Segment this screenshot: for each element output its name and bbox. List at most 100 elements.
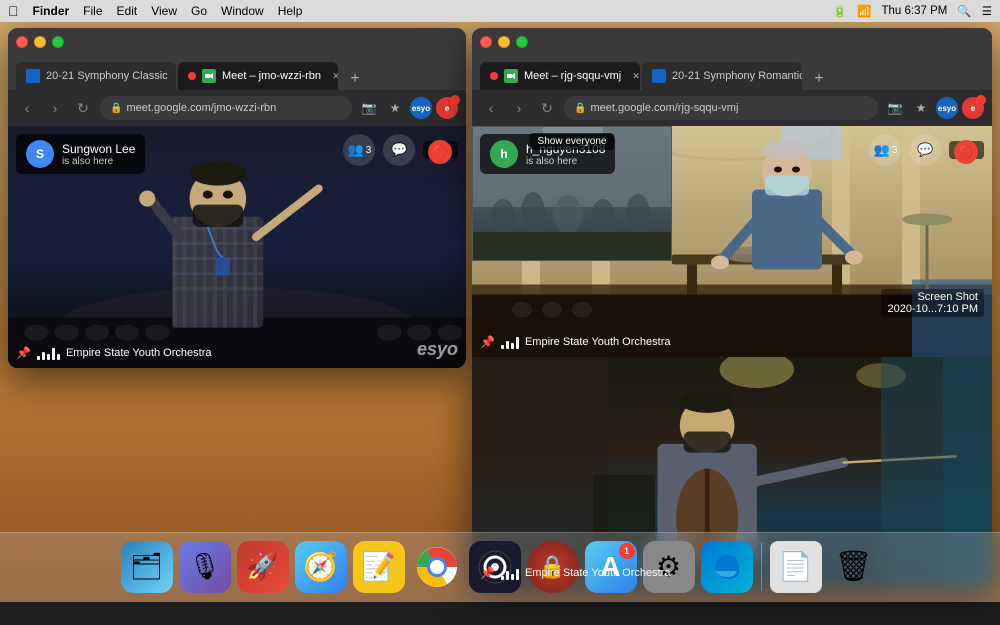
participant-badge-left: S Sungwon Lee is also here [16,134,145,174]
battery-icon: 🔋 [833,4,847,18]
participant-status-left: is also here [62,156,135,167]
tab-favicon-meet-right [504,69,518,83]
dock-item-trash[interactable]: 🗑 [828,541,880,593]
chat-button-left[interactable]: 💬 [383,134,415,166]
desktop: 20-21 Symphony Classic ✕ Meet – jmo-wzzi… [0,22,1000,602]
org-badge-left: 📌 Empire State Youth Orchestra [16,346,211,360]
notification-dot-left [450,95,460,105]
recording-indicator-right [490,72,498,80]
tab-label-classic: 20-21 Symphony Classic [46,70,168,82]
maximize-button-right[interactable] [516,36,528,48]
audio-bars-left [37,346,60,360]
menu-view[interactable]: View [151,4,177,18]
esyo-badge-right: esyo [936,97,958,119]
bookmark-icon-left[interactable]: ★ [384,97,406,119]
tab-bar-left: 20-21 Symphony Classic ✕ Meet – jmo-wzzi… [8,56,466,90]
menu-edit[interactable]: Edit [117,4,138,18]
org-name-bottom: Empire State Youth Orchestra [525,567,671,579]
tab-favicon-meet-left [202,69,216,83]
back-button-right[interactable]: ‹ [480,97,502,119]
dock-item-safari[interactable]: 🧭 [295,541,347,593]
lock-icon-left: 🔒 [110,103,122,114]
nav-bar-left: ‹ › ↻ 🔒 meet.google.com/jmo-wzzi-rbn 📷 ★… [8,90,466,126]
forward-button-right[interactable]: › [508,97,530,119]
tab-label-romantic: 20-21 Symphony Romantic [672,70,802,82]
close-button-left[interactable] [16,36,28,48]
title-bar-right [472,28,992,56]
pin-icon-bottom: 📌 [480,566,495,580]
forward-button-left[interactable]: › [44,97,66,119]
audio-bars-right [501,335,519,349]
bookmark-icon-right[interactable]: ★ [910,97,932,119]
tab-bar-right: Meet – rjg-sqqu-vmj ✕ 20-21 Symphony Rom… [472,56,992,90]
participant-name-left: Sungwon Lee [62,142,135,156]
url-left: meet.google.com/jmo-wzzi-rbn [126,102,276,114]
chat-button-right[interactable]: 💬 [909,134,941,166]
appstore-badge: 1 [619,543,635,559]
dock-item-edge[interactable] [701,541,753,593]
menu-window[interactable]: Window [221,4,264,18]
nav-bar-right: ‹ › ↻ 🔒 meet.google.com/rjg-sqqu-vmj 📷 ★… [472,90,992,126]
control-center-icon[interactable]: ☰ [982,4,992,18]
meet-header-left: S Sungwon Lee is also here 👥 3 💬 You [16,134,458,174]
recording-indicator-left [188,72,196,80]
esyo-badge-left: esyo [410,97,432,119]
org-name-right: Empire State Youth Orchestra [525,336,671,348]
app-menu-finder[interactable]: Finder [33,4,70,18]
show-everyone-button[interactable]: Show everyone [530,133,615,150]
refresh-button-right[interactable]: ↻ [536,97,558,119]
menu-help[interactable]: Help [278,4,303,18]
mute-badge-left: 🚫 [428,140,452,164]
browser-window-left: 20-21 Symphony Classic ✕ Meet – jmo-wzzi… [8,28,466,368]
minimize-button-left[interactable] [34,36,46,48]
dock-item-siri[interactable]: 🎙 [179,541,231,593]
lock-icon-right: 🔒 [574,103,586,114]
tab-symphony-romantic[interactable]: 20-21 Symphony Romantic ✕ [642,62,802,90]
back-button-left[interactable]: ‹ [16,97,38,119]
menu-go[interactable]: Go [191,4,207,18]
tab-meet-left[interactable]: Meet – jmo-wzzi-rbn ✕ [178,62,338,90]
menu-bar:  Finder File Edit View Go Window Help 🔋… [0,0,1000,22]
tab-close-meet-right[interactable]: ✕ [629,69,640,83]
screenshot-watermark: Screen Shot 2020-10...7:10 PM [881,289,984,317]
menu-file[interactable]: File [83,4,102,18]
tab-add-left[interactable]: + [344,68,366,90]
minimize-button-right[interactable] [498,36,510,48]
close-button-right[interactable] [480,36,492,48]
video-area-right: esyo h h_nguyen3108 is also here 👥 3 [472,126,992,357]
meet-controls-left: 👥 3 💬 You 🚫 [343,134,458,166]
org-name-left: Empire State Youth Orchestra [66,347,212,359]
dock-separator [761,543,762,591]
dock-item-notes[interactable]: 📝 [353,541,405,593]
address-bar-right[interactable]: 🔒 meet.google.com/rjg-sqqu-vmj [564,96,878,120]
url-right: meet.google.com/rjg-sqqu-vmj [590,102,738,114]
dock-item-chrome[interactable] [411,541,463,593]
address-bar-left[interactable]: 🔒 meet.google.com/jmo-wzzi-rbn [100,96,352,120]
org-badge-right: 📌 Empire State Youth Orchestra [480,335,670,349]
dock-item-file[interactable]: 📄 [770,541,822,593]
apple-menu[interactable]:  [8,3,19,19]
camera-icon-right: 📷 [884,97,906,119]
tab-close-meet-left[interactable]: ✕ [329,69,338,83]
dock-item-finder[interactable]: 🗂 [121,541,173,593]
maximize-button-left[interactable] [52,36,64,48]
dock-item-launchpad[interactable]: 🚀 [237,541,289,593]
pin-icon-right: 📌 [480,335,495,349]
screenshot-label: Screen Shot [887,291,978,303]
tab-symphony-classic[interactable]: 20-21 Symphony Classic ✕ [16,62,176,90]
tab-meet-right[interactable]: Meet – rjg-sqqu-vmj ✕ [480,62,640,90]
participant-avatar-right: h [490,140,518,168]
tab-add-right[interactable]: + [808,68,830,90]
audio-bars-bottom [501,566,519,580]
mute-badge-right: 🚫 [954,140,978,164]
people-button-right[interactable]: 👥 3 [869,134,901,166]
pin-icon-left: 📌 [16,346,31,360]
refresh-button-left[interactable]: ↻ [72,97,94,119]
search-icon[interactable]: 🔍 [957,4,971,18]
tab-favicon-esyo-right [652,69,666,83]
wifi-icon: 📶 [857,4,871,18]
browser-window-right: Meet – rjg-sqqu-vmj ✕ 20-21 Symphony Rom… [472,28,992,588]
people-button-left[interactable]: 👥 3 [343,134,375,166]
participant-status-right: is also here [526,156,605,167]
esyo-watermark-left: esyo [417,339,458,360]
